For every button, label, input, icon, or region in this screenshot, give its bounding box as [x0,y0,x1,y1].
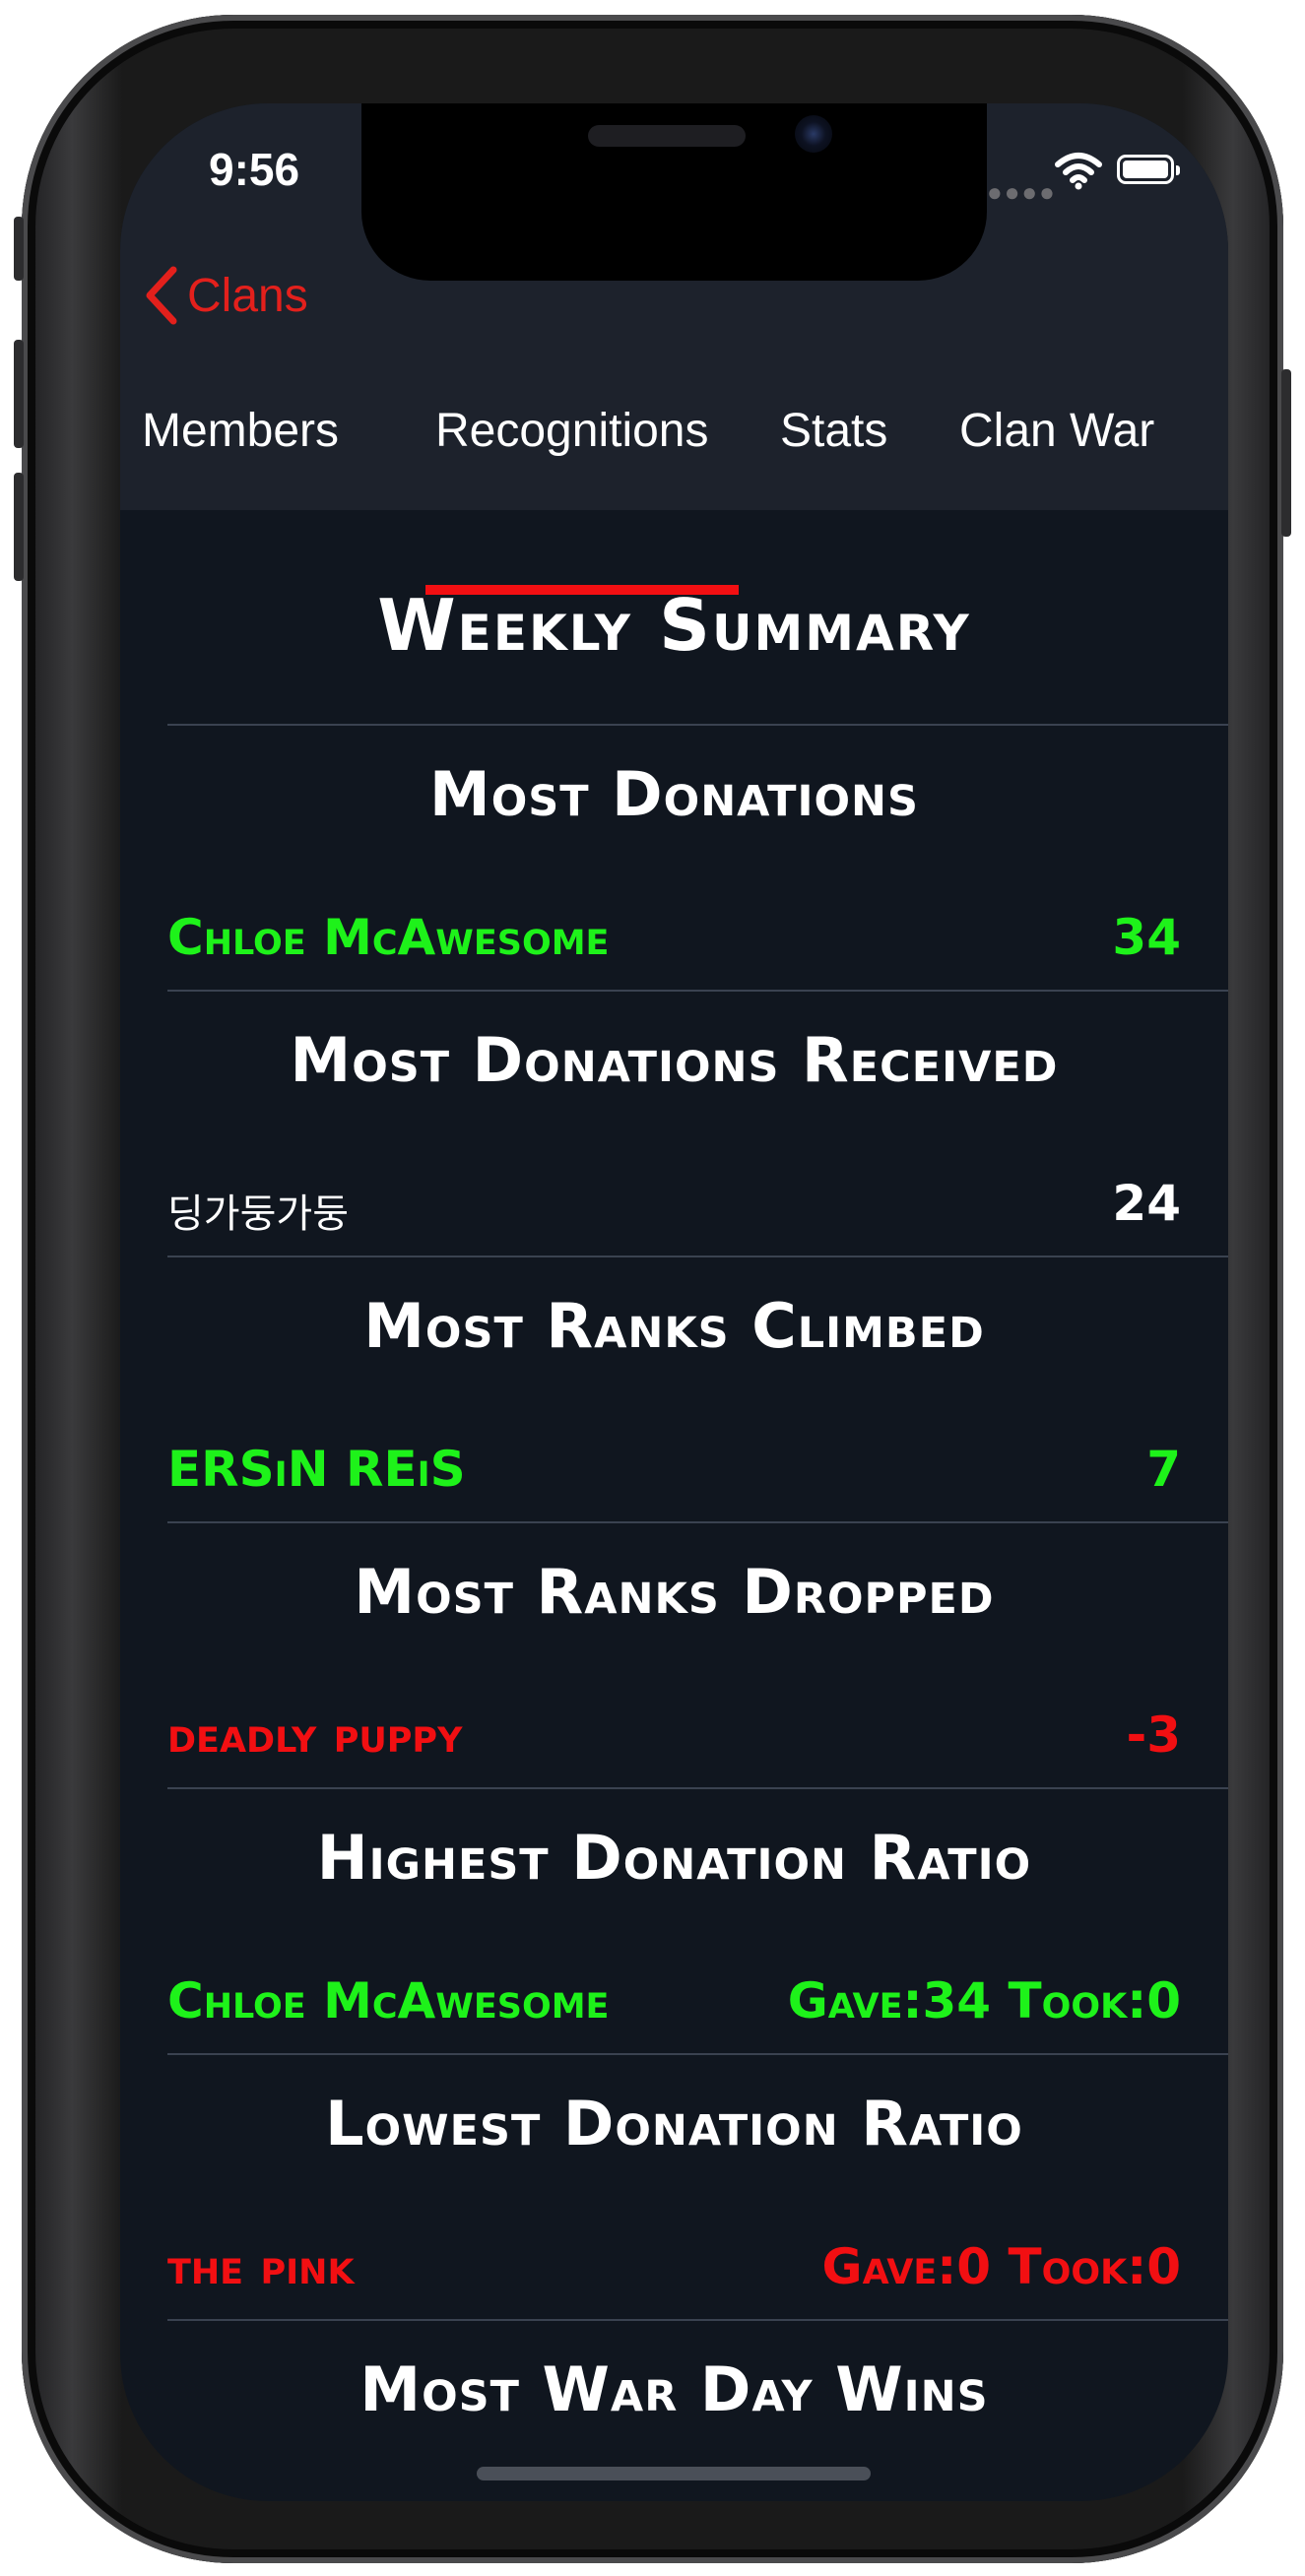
section-title-highest-donation-ratio: Highest Donation Ratio [316,1822,1032,1894]
status-time: 9:56 [209,144,300,195]
home-indicator[interactable] [477,2467,871,2480]
highest-donation-ratio-value: Gave:34 Took:0 [787,1972,1181,2029]
divider [167,990,1228,992]
most-ranks-climbed-value: 7 [1146,1441,1181,1498]
wifi-icon [1055,153,1102,190]
chevron-left-icon [146,266,177,325]
most-ranks-dropped-player[interactable]: deadly puppy [167,1707,462,1764]
section-title-most-donations: Most Donations [429,758,919,830]
tab-bar: Members Recognitions Stats Clan War [120,364,1228,595]
divider [167,1787,1228,1789]
most-donations-value: 34 [1112,909,1181,966]
most-donations-received-player[interactable]: 딩가둥가둥 [167,1182,349,1239]
tab-members[interactable]: Members [142,404,339,458]
divider [167,2319,1228,2321]
lowest-donation-ratio-value: Gave:0 Took:0 [821,2238,1181,2295]
divider [167,1256,1228,1257]
tab-clan-war[interactable]: Clan War [959,404,1154,458]
tab-stats[interactable]: Stats [780,404,887,458]
volume-down-button [14,473,24,581]
most-donations-received-value: 24 [1112,1175,1181,1232]
divider [167,724,1228,726]
cellular-signal-icon: ●●●● [987,177,1057,207]
section-title-most-ranks-climbed: Most Ranks Climbed [363,1290,985,1362]
phone-frame: Clans 9:56 ●●●● Members Recognitions Sta… [14,15,1291,2563]
divider [167,2053,1228,2055]
page-title: Weekly Summary [377,584,971,667]
recognitions-list[interactable]: Weekly Summary Most Donations Chloe McAw… [120,510,1228,2501]
section-title-most-war-day-wins: Most War Day Wins [359,2353,989,2425]
app-screen: Clans 9:56 ●●●● Members Recognitions Sta… [120,103,1228,2501]
mute-switch [14,217,24,281]
most-ranks-climbed-player[interactable]: ERSiN REiS [167,1441,466,1498]
section-title-lowest-donation-ratio: Lowest Donation Ratio [325,2088,1023,2159]
most-donations-player[interactable]: Chloe McAwesome [167,909,609,966]
volume-up-button [14,340,24,448]
tab-recognitions[interactable]: Recognitions [435,404,709,458]
section-title-most-donations-received: Most Donations Received [290,1024,1059,1096]
device-canvas: Clans 9:56 ●●●● Members Recognitions Sta… [0,0,1305,2576]
divider [167,1521,1228,1523]
lowest-donation-ratio-player[interactable]: the pink [167,2238,355,2295]
back-button[interactable]: Clans [142,266,308,325]
status-bar: 9:56 ●●●● [120,103,1228,251]
highest-donation-ratio-player[interactable]: Chloe McAwesome [167,1972,609,2029]
power-button [1281,369,1291,537]
battery-icon [1117,155,1180,184]
most-ranks-dropped-value: -3 [1126,1707,1181,1764]
section-title-most-ranks-dropped: Most Ranks Dropped [354,1556,995,1628]
back-label: Clans [187,269,308,322]
